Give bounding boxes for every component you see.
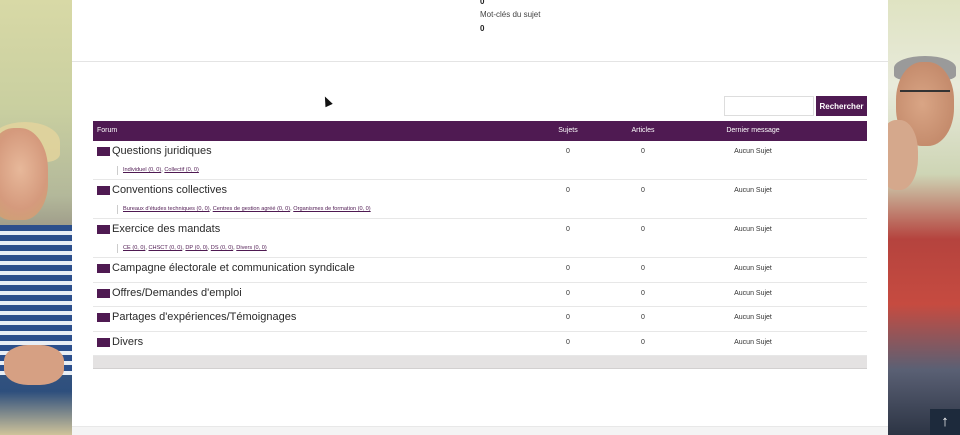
last-message: Aucun Sujet	[734, 289, 772, 297]
forum-title-link[interactable]: Campagne électorale et communication syn…	[112, 262, 355, 274]
envelope-icon	[97, 264, 110, 273]
table-row: Questions juridiques 0 0 Aucun Sujet Individ…	[93, 141, 867, 180]
forum-title-link[interactable]: Offres/Demandes d'emploi	[112, 287, 242, 299]
subforum-list: CE (0, 0), CHSCT (0, 0), DP (0, 0), DS (…	[117, 244, 267, 253]
topics-count: 0	[566, 265, 570, 272]
forum-rows: Questions juridiques 0 0 Aucun Sujet Individ…	[93, 141, 867, 356]
subforum-link[interactable]: Centres de gestion agréé (0, 0)	[213, 206, 290, 212]
posts-count: 0	[641, 226, 645, 233]
table-footer	[93, 356, 867, 369]
search-button[interactable]: Rechercher	[816, 96, 867, 116]
subforum-link[interactable]: Divers (0, 0)	[236, 245, 266, 251]
forum-title-link[interactable]: Conventions collectives	[112, 184, 227, 196]
posts-count: 0	[641, 338, 645, 346]
forum-title-link[interactable]: Partages d'expériences/Témoignages	[112, 311, 296, 323]
search-input[interactable]	[724, 96, 814, 116]
last-message: Aucun Sujet	[734, 265, 772, 272]
subforum-list: Bureaux d'études techniques (0, 0), Cent…	[117, 205, 371, 214]
subforum-link[interactable]: DS (0, 0)	[211, 245, 233, 251]
scroll-top-button[interactable]: ↑	[930, 409, 960, 435]
last-message: Aucun Sujet	[734, 187, 772, 194]
table-row: Partages d'expériences/Témoignages 0 0 Aucu…	[93, 307, 867, 332]
subforum-link[interactable]: CE (0, 0)	[123, 245, 145, 251]
photo-face-left	[0, 128, 48, 220]
table-row: Campagne électorale et communication syn…	[93, 258, 867, 283]
keywords-value: 0	[480, 24, 485, 33]
background-photo-left	[0, 0, 72, 435]
envelope-icon	[97, 225, 110, 234]
table-header: Forum Sujets Articles Dernier message	[93, 121, 867, 141]
keywords-label: Mot-clés du sujet	[480, 10, 541, 19]
posts-count: 0	[641, 148, 645, 155]
stat-value-top: 0	[480, 0, 485, 6]
main-content: 0 Mot-clés du sujet 0 Rechercher Forum S…	[72, 0, 888, 435]
envelope-icon	[97, 313, 110, 322]
posts-count: 0	[641, 265, 645, 272]
arrow-up-icon: ↑	[941, 413, 949, 430]
envelope-icon	[97, 337, 110, 347]
last-message: Aucun Sujet	[734, 148, 772, 155]
topic-stats-box: 0 Mot-clés du sujet 0	[72, 0, 888, 62]
header-articles: Articles	[631, 127, 655, 134]
header-forum: Forum	[97, 127, 118, 134]
topics-count: 0	[566, 289, 570, 297]
subforum-link[interactable]: Collectif (0, 0)	[164, 167, 199, 173]
subforum-link[interactable]: Individuel (0, 0)	[123, 167, 161, 173]
photo-glasses-right	[900, 90, 950, 100]
posts-count: 0	[641, 289, 645, 297]
subforum-link[interactable]: CHSCT (0, 0)	[149, 245, 183, 251]
header-last-message: Dernier message	[726, 127, 780, 134]
background-photo-right	[878, 0, 960, 435]
topics-count: 0	[566, 338, 570, 346]
subforum-link[interactable]: DP (0, 0)	[185, 245, 207, 251]
table-row: Exercice des mandats 0 0 Aucun Sujet CE (0, …	[93, 219, 867, 258]
topics-count: 0	[566, 187, 570, 194]
subforum-link[interactable]: Organismes de formation (0, 0)	[293, 206, 370, 212]
envelope-icon	[97, 288, 110, 298]
subforum-link[interactable]: Bureaux d'études techniques (0, 0)	[123, 206, 210, 212]
envelope-icon	[97, 186, 110, 195]
forum-title-link[interactable]: Exercice des mandats	[112, 223, 220, 235]
topics-count: 0	[566, 314, 570, 321]
topics-count: 0	[566, 148, 570, 155]
mouse-cursor-icon	[321, 94, 333, 108]
last-message: Aucun Sujet	[734, 338, 772, 346]
forum-title-link[interactable]: Divers	[112, 336, 143, 348]
subforum-list: Individuel (0, 0), Collectif (0, 0)	[117, 166, 199, 175]
posts-count: 0	[641, 314, 645, 321]
header-sujets: Sujets	[558, 127, 578, 134]
forum-title-link[interactable]: Questions juridiques	[112, 145, 212, 157]
posts-count: 0	[641, 187, 645, 194]
envelope-icon	[97, 147, 110, 156]
page-bottom-strip	[72, 426, 888, 435]
table-row: Conventions collectives 0 0 Aucun Sujet Bure…	[93, 180, 867, 219]
last-message: Aucun Sujet	[734, 314, 772, 321]
table-row: Divers 0 0 Aucun Sujet	[93, 332, 867, 356]
photo-hand-left	[4, 345, 64, 385]
topics-count: 0	[566, 226, 570, 233]
forum-table: Forum Sujets Articles Dernier message Qu…	[93, 121, 867, 369]
table-row: Offres/Demandes d'emploi 0 0 Aucun Sujet	[93, 283, 867, 307]
last-message: Aucun Sujet	[734, 226, 772, 233]
